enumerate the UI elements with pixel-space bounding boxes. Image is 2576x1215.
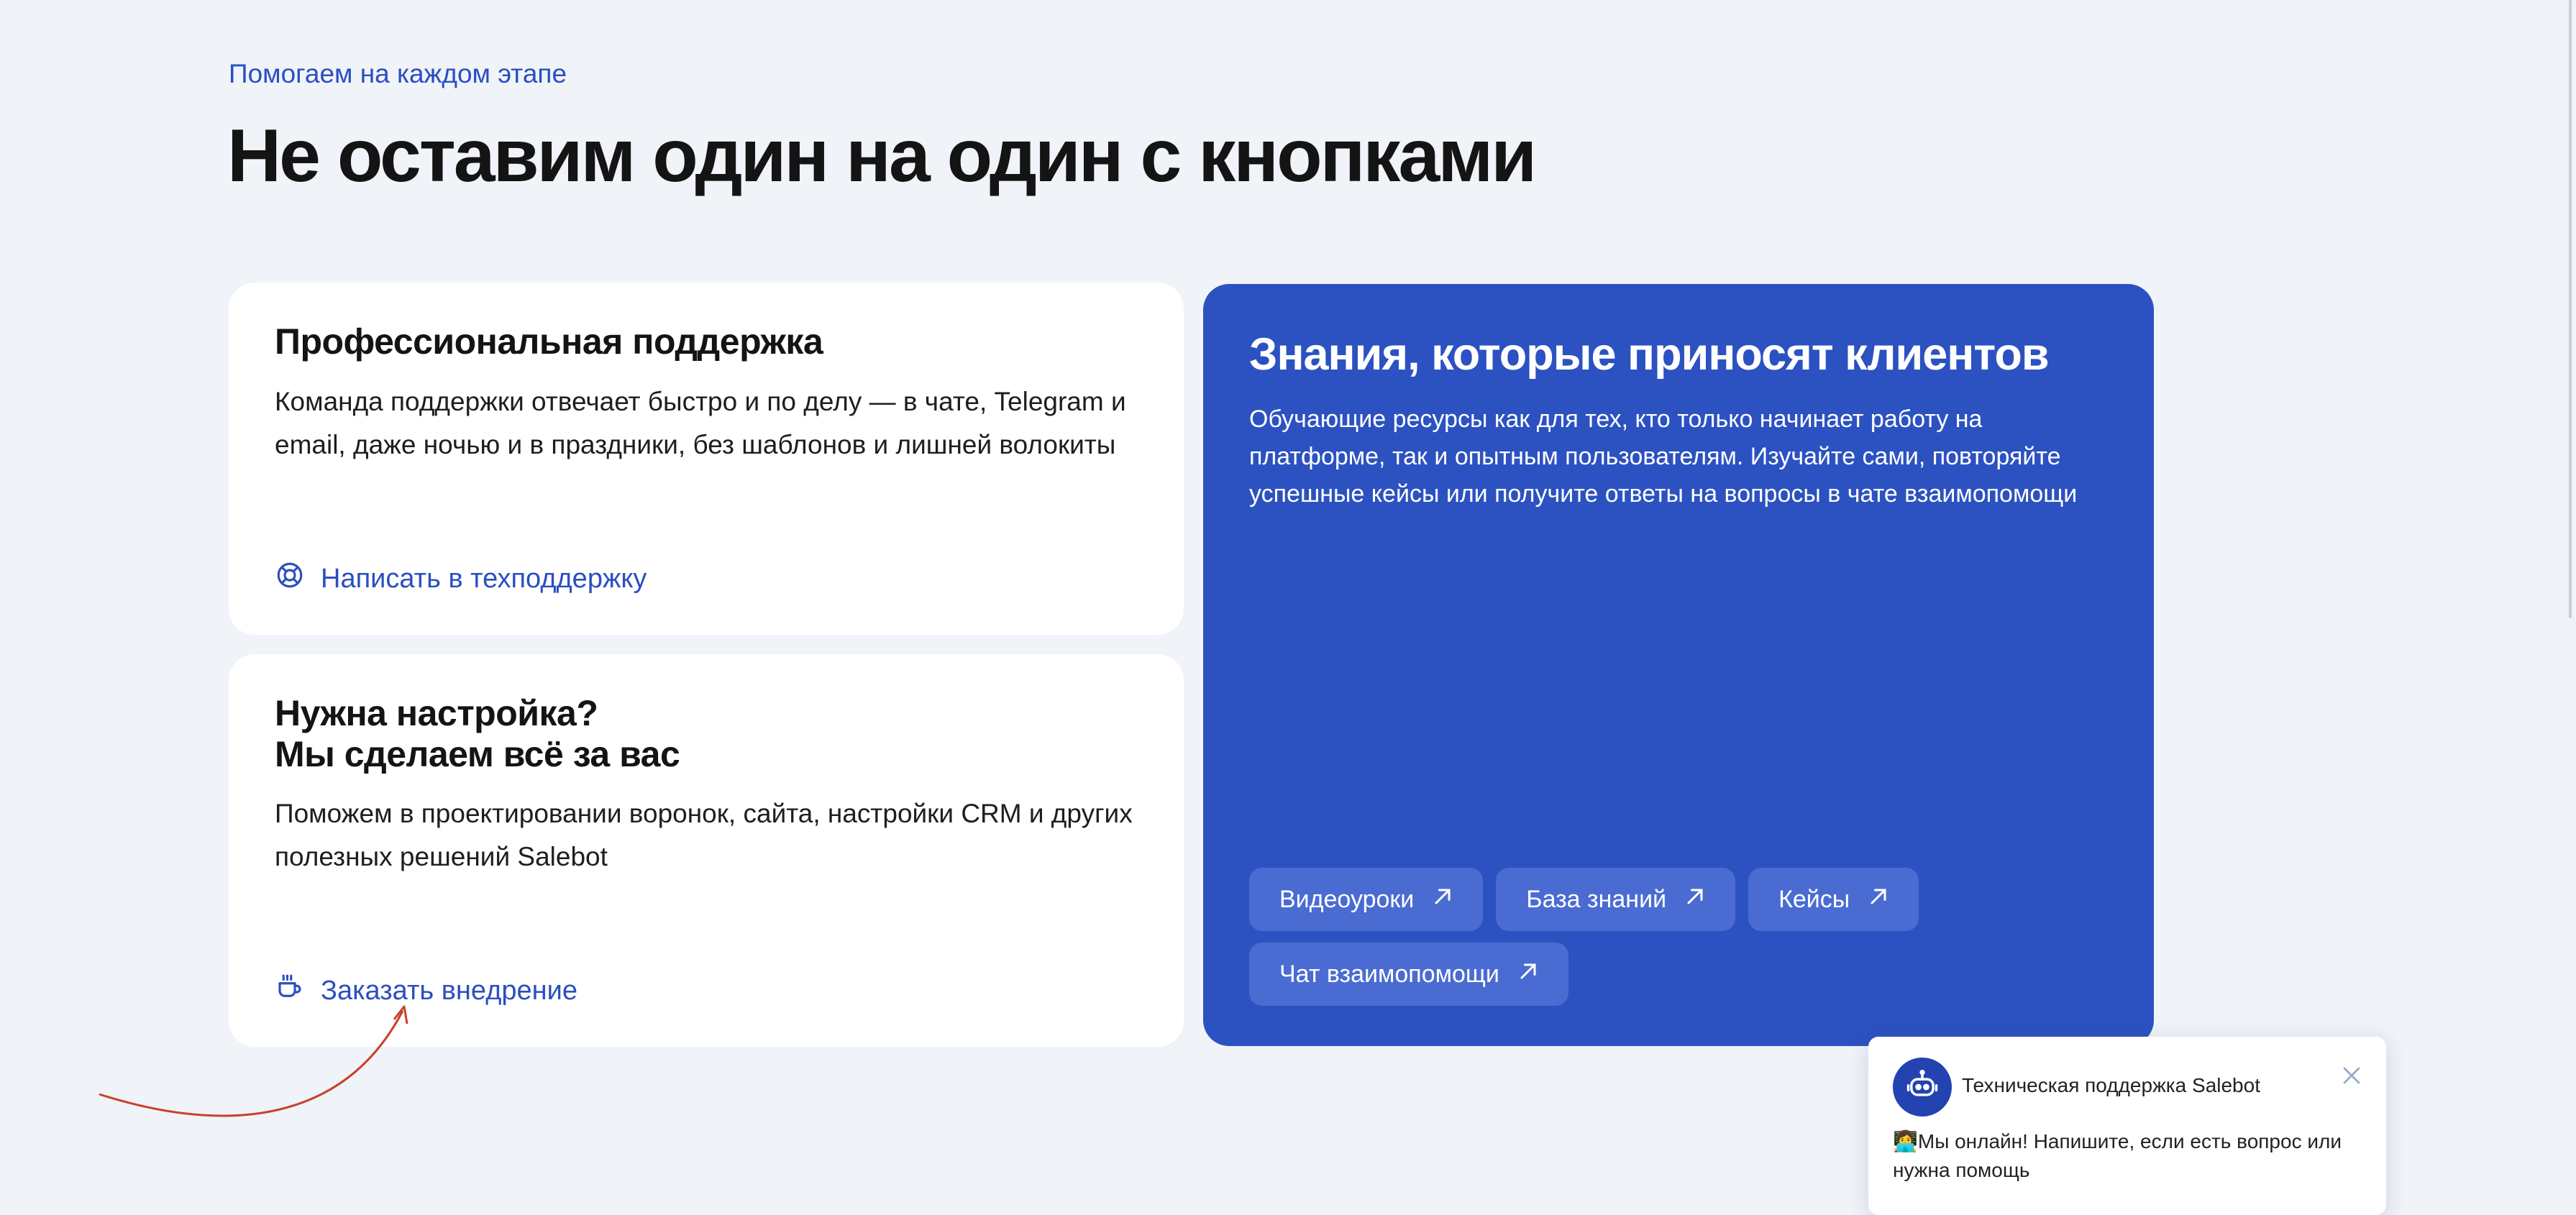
arrow-up-right-icon [1682, 884, 1708, 916]
support-card: Профессиональная поддержка Команда подде… [229, 283, 1184, 635]
knowledge-card: Знания, которые приносят клиентов Обучаю… [1203, 284, 2154, 1046]
knowledge-chips: Видеоуроки База знаний Кейсы Чат взаимоп… [1249, 868, 2112, 1006]
chat-widget-title: Техническая поддержка Salebot [1962, 1074, 2260, 1096]
order-implementation-label: Заказать внедрение [321, 975, 577, 1006]
chip-label: Кейсы [1778, 885, 1850, 913]
robot-icon [1893, 1058, 1952, 1117]
page: Помогаем на каждом этапе Не оставим один… [0, 0, 2576, 1215]
lifebuoy-icon [275, 560, 305, 597]
chip-video-lessons[interactable]: Видеоуроки [1249, 868, 1484, 931]
arrow-up-right-icon [1865, 884, 1891, 916]
knowledge-card-text: Обучающие ресурсы как для тех, кто тольк… [1249, 405, 2078, 508]
support-card-title: Профессиональная поддержка [275, 321, 823, 362]
coffee-cup-icon [275, 972, 305, 1009]
order-implementation-link[interactable]: Заказать внедрение [275, 972, 577, 1009]
chip-label: База знаний [1526, 885, 1667, 913]
chip-label: Чат взаимопомощи [1279, 960, 1499, 988]
write-to-support-label: Написать в техподдержку [321, 563, 647, 594]
chip-mutual-help-chat[interactable]: Чат взаимопомощи [1249, 943, 1568, 1006]
write-to-support-link[interactable]: Написать в техподдержку [275, 560, 647, 597]
close-icon[interactable] [2337, 1061, 2366, 1090]
setup-card-title-line1: Нужна настройка? [275, 693, 598, 733]
chip-knowledge-base[interactable]: База знаний [1496, 868, 1736, 931]
arrow-up-right-icon [1515, 958, 1541, 991]
setup-card-title: Нужна настройка? Мы сделаем всё за вас [275, 693, 680, 775]
setup-card-text: Поможем в проектировании воронок, сайта,… [275, 799, 1133, 871]
section-heading: Не оставим один на один с кнопками [227, 114, 1537, 198]
chat-widget-message: 👩‍💻Мы онлайн! Напишите, если есть вопрос… [1893, 1130, 2342, 1181]
support-chat-widget[interactable]: Техническая поддержка Salebot 👩‍💻Мы онла… [1868, 1037, 2386, 1215]
arrow-up-right-icon [1430, 884, 1456, 916]
setup-card: Нужна настройка? Мы сделаем всё за вас П… [229, 654, 1184, 1047]
chip-cases[interactable]: Кейсы [1748, 868, 1919, 931]
knowledge-card-title: Знания, которые приносят клиентов [1249, 329, 2050, 380]
support-card-text: Команда поддержки отвечает быстро и по д… [275, 387, 1126, 459]
scrollbar[interactable] [2569, 0, 2572, 618]
setup-card-title-line2: Мы сделаем всё за вас [275, 734, 680, 774]
chip-label: Видеоуроки [1279, 885, 1415, 913]
section-eyebrow: Помогаем на каждом этапе [229, 59, 567, 88]
